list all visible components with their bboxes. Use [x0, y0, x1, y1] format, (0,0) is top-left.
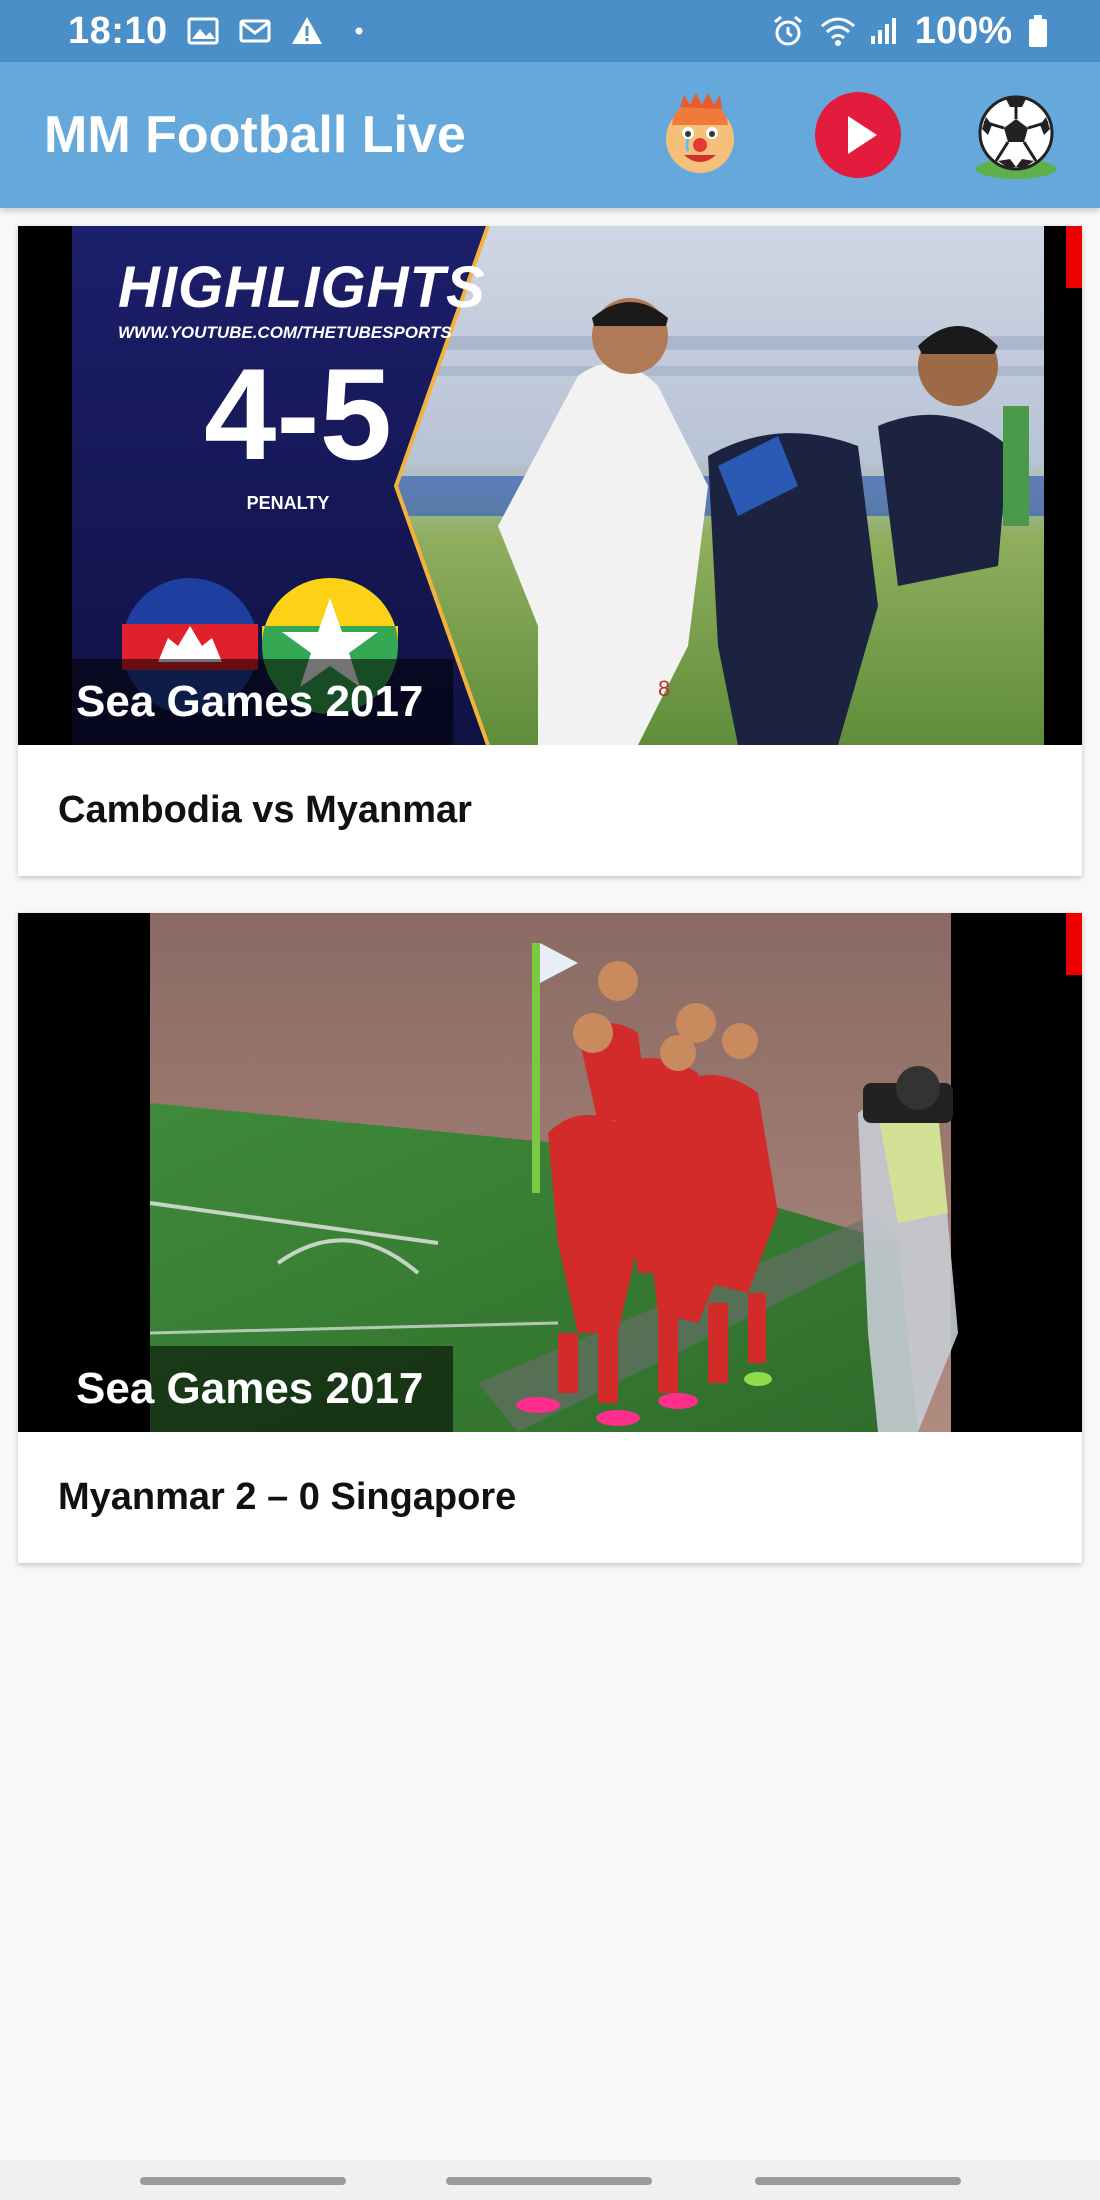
battery-icon	[1026, 14, 1060, 48]
video-thumbnail[interactable]: 8 HIGHLIGHTS WWW.YOUTUBE.COM/THETUBESPOR…	[18, 226, 1082, 745]
thumbnail-heading: HIGHLIGHTS	[118, 255, 486, 320]
nav-back-button[interactable]	[755, 2177, 961, 2185]
red-marker	[1066, 226, 1082, 288]
clown-icon	[666, 93, 734, 173]
video-overlay-label: Sea Games 2017	[46, 659, 454, 745]
battery-percent: 100%	[914, 9, 1012, 52]
video-card[interactable]: Sea Games 2017 Myanmar 2 – 0 Singapore	[18, 913, 1082, 1563]
video-title[interactable]: Myanmar 2 – 0 Singapore	[58, 1432, 516, 1563]
warning-icon	[290, 14, 324, 48]
nav-recent-button[interactable]	[140, 2177, 346, 2185]
system-nav-bar	[0, 2160, 1100, 2200]
youtube-button[interactable]	[812, 89, 904, 181]
thumbnail-score: 4-5	[204, 341, 392, 487]
thumbnail-url: WWW.YOUTUBE.COM/THETUBESPORTS	[118, 323, 452, 342]
wifi-icon	[819, 14, 855, 48]
status-time: 18:10	[68, 9, 168, 52]
video-card[interactable]: 8 HIGHLIGHTS WWW.YOUTUBE.COM/THETUBESPOR…	[18, 226, 1082, 876]
video-thumbnail[interactable]: Sea Games 2017	[18, 913, 1082, 1432]
svg-text:8: 8	[658, 676, 670, 701]
red-marker	[1066, 913, 1082, 975]
nav-home-button[interactable]	[446, 2177, 652, 2185]
status-bar: 18:10 100%	[0, 0, 1100, 62]
youtube-play-icon	[815, 92, 901, 178]
app-bar: MM Football Live	[0, 62, 1100, 208]
app-title: MM Football Live	[44, 106, 466, 164]
thumbnail-sub: PENALTY	[246, 493, 330, 513]
video-overlay-label: Sea Games 2017	[46, 1346, 454, 1432]
dot-icon	[342, 14, 376, 48]
image-icon	[186, 14, 220, 48]
video-title[interactable]: Cambodia vs Myanmar	[58, 745, 472, 876]
soccer-ball-icon	[976, 95, 1056, 179]
alarm-icon	[771, 14, 805, 48]
soccer-button[interactable]	[970, 89, 1062, 181]
thumbnail-text-block: HIGHLIGHTS WWW.YOUTUBE.COM/THETUBESPORTS…	[118, 254, 486, 514]
clown-button[interactable]	[654, 89, 746, 181]
mail-icon	[238, 14, 272, 48]
signal-icon	[867, 14, 901, 48]
